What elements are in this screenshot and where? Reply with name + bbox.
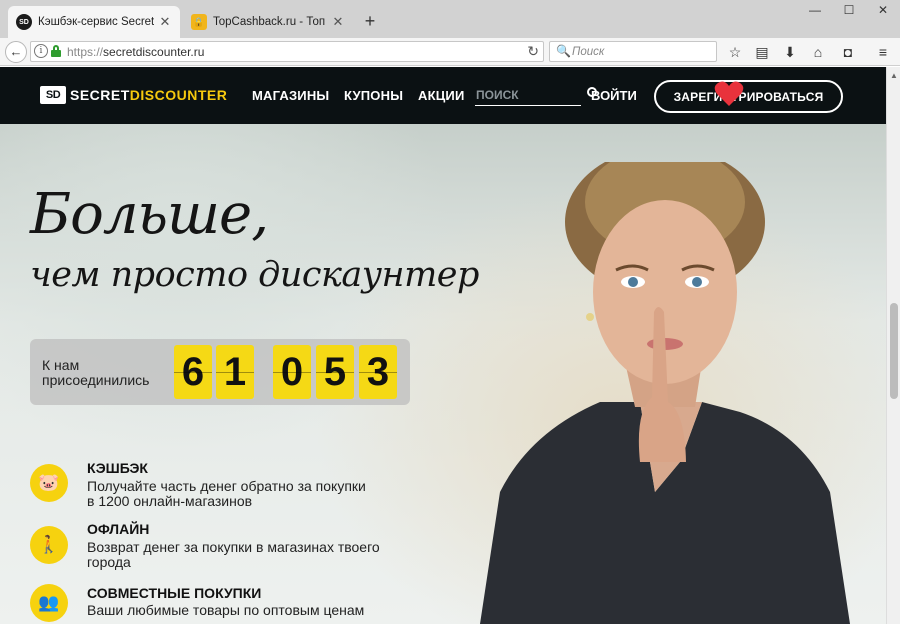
tab-title: TopCashback.ru - Топ лучш bbox=[213, 16, 327, 28]
hero-subheadline: чем просто дискаунтер bbox=[30, 255, 479, 295]
members-counter: К нам присоединились 6 1 0 5 3 bbox=[30, 339, 410, 405]
lock-favicon-icon: 🔒 bbox=[191, 14, 207, 30]
new-tab-button[interactable]: + bbox=[360, 10, 380, 32]
maximize-button[interactable]: ☐ bbox=[832, 0, 866, 22]
tab-bar: SD Кэшбэк-сервис SecretDisco ✕ 🔒 TopCash… bbox=[0, 0, 900, 38]
close-tab-icon[interactable]: ✕ bbox=[158, 14, 172, 30]
tab-secretdiscounter[interactable]: SD Кэшбэк-сервис SecretDisco ✕ bbox=[8, 6, 180, 38]
navigation-toolbar: ← i https://secretdiscounter.ru ↻ 🔍 Поис… bbox=[0, 38, 900, 66]
site-search-placeholder: ПОИСК bbox=[476, 88, 519, 102]
counter-digit: 0 bbox=[273, 345, 311, 399]
site-logo[interactable]: SD SECRETDISCOUNTER bbox=[40, 86, 227, 104]
sd-logo-icon: SD bbox=[16, 14, 32, 30]
pocket-icon[interactable]: ◘ bbox=[837, 43, 859, 61]
search-placeholder: Поиск bbox=[572, 46, 605, 58]
feature-desc-group-buy: Ваши любимые товары по оптовым ценам bbox=[87, 602, 365, 618]
tab-title: Кэшбэк-сервис SecretDisco bbox=[38, 16, 154, 28]
reading-list-icon[interactable]: ▤ bbox=[751, 43, 773, 61]
hero-headline: Больше, bbox=[30, 182, 269, 247]
back-button[interactable]: ← bbox=[5, 41, 27, 63]
bookmark-star-icon[interactable]: ☆ bbox=[724, 43, 746, 61]
download-icon[interactable]: ⬇ bbox=[779, 43, 801, 61]
feature-desc-cashback: Получайте часть денег обратно за покупки… bbox=[87, 478, 366, 509]
nav-link-shops[interactable]: МАГАЗИНЫ bbox=[252, 88, 329, 103]
counter-digit: 5 bbox=[316, 345, 354, 399]
counter-digit: 1 bbox=[216, 345, 254, 399]
url-text[interactable]: https://secretdiscounter.ru bbox=[67, 45, 204, 59]
counter-digit: 6 bbox=[174, 345, 212, 399]
close-tab-icon[interactable]: ✕ bbox=[331, 14, 345, 30]
heart-icon bbox=[714, 81, 744, 106]
close-window-button[interactable]: ✕ bbox=[866, 0, 900, 22]
counter-label: К нам присоединились bbox=[42, 357, 150, 388]
page-scrollbar[interactable]: ▲ bbox=[886, 67, 900, 624]
site-search-input[interactable]: ПОИСК bbox=[475, 84, 597, 106]
search-icon: 🔍 bbox=[556, 44, 571, 58]
piggy-bank-icon: 🐷 bbox=[30, 464, 68, 502]
page-viewport: SD SECRETDISCOUNTER МАГАЗИНЫ КУПОНЫ АКЦИ… bbox=[0, 67, 886, 624]
feature-desc-offline: Возврат денег за покупки в магазинах тво… bbox=[87, 539, 380, 570]
counter-digit: 3 bbox=[359, 345, 397, 399]
nav-link-promotions[interactable]: АКЦИИ bbox=[418, 88, 465, 103]
tab-topcashback[interactable]: 🔒 TopCashback.ru - Топ лучш ✕ bbox=[183, 6, 353, 38]
feature-title-offline: ОФЛАЙН bbox=[87, 521, 150, 537]
reload-icon[interactable]: ↻ bbox=[527, 43, 539, 60]
shopper-icon: 🚶 bbox=[30, 526, 68, 564]
minimize-button[interactable]: — bbox=[798, 0, 832, 22]
feature-title-cashback: КЭШБЭК bbox=[87, 460, 148, 476]
feature-title-group-buy: СОВМЕСТНЫЕ ПОКУПКИ bbox=[87, 585, 262, 601]
sd-logo-mark: SD bbox=[40, 86, 66, 104]
register-button[interactable]: ЗАРЕГИСТРИРОВАТЬСЯ bbox=[654, 80, 843, 113]
scroll-up-icon[interactable]: ▲ bbox=[890, 71, 898, 80]
browser-search-input[interactable]: 🔍 Поиск bbox=[549, 41, 717, 62]
address-bar[interactable]: i https://secretdiscounter.ru ↻ bbox=[30, 41, 544, 62]
group-icon: 👥 bbox=[30, 584, 68, 622]
login-link[interactable]: ВОЙТИ bbox=[591, 88, 637, 103]
hero-woman-image bbox=[480, 162, 850, 624]
nav-link-coupons[interactable]: КУПОНЫ bbox=[344, 88, 403, 103]
lock-icon[interactable] bbox=[51, 45, 61, 57]
info-icon[interactable]: i bbox=[34, 44, 48, 58]
menu-icon[interactable]: ≡ bbox=[872, 43, 894, 61]
home-icon[interactable]: ⌂ bbox=[807, 43, 829, 61]
logo-text: SECRETDISCOUNTER bbox=[70, 87, 228, 103]
site-header: SD SECRETDISCOUNTER МАГАЗИНЫ КУПОНЫ АКЦИ… bbox=[0, 67, 886, 124]
scrollbar-thumb[interactable] bbox=[890, 303, 898, 399]
